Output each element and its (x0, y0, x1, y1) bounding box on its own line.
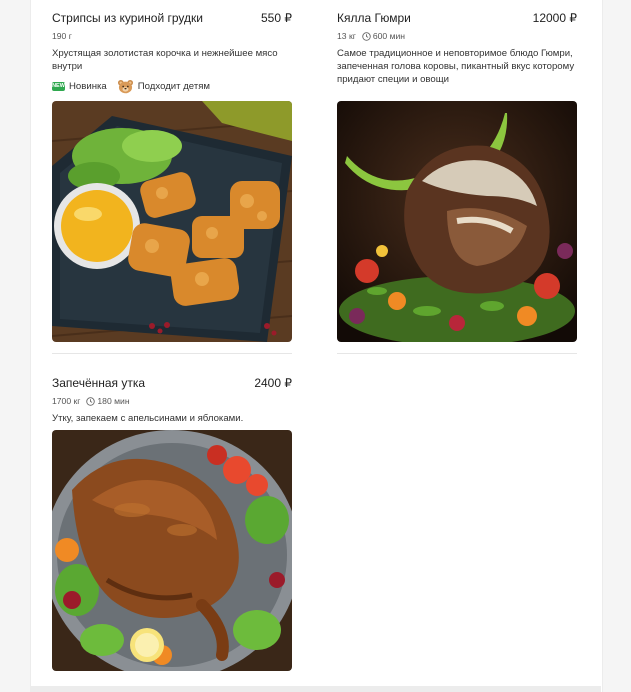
dish-price: 2400 ₽ (254, 376, 292, 390)
dish-description: Хрустящая золотистая корочка и нежнейшее… (52, 48, 278, 72)
dish-description: Утку, запекаем с апельсинами и яблоками. (52, 413, 244, 424)
dish-price: 550 ₽ (261, 11, 292, 25)
dish-title[interactable]: Запечённая утка (52, 376, 145, 390)
dish-photo-chicken-strips[interactable] (52, 101, 292, 342)
badge-kids: Подходит детям (117, 79, 210, 94)
dish-photo-kyalla-gyumri[interactable] (337, 101, 577, 342)
dish-title[interactable]: Стрипсы из куриной грудки (52, 11, 203, 25)
badge-new: NEW Новинка (52, 81, 107, 92)
dish-title[interactable]: Кялла Гюмри (337, 11, 411, 25)
new-icon: NEW (52, 81, 65, 91)
dish-photo-roasted-duck[interactable] (52, 430, 292, 671)
clock-icon (362, 31, 371, 41)
dish-meta: 190 г (52, 30, 292, 42)
panel-bottom-edge (30, 686, 601, 692)
dish-meta: 1700 кг 180 мин (52, 395, 292, 407)
menu-card-chicken-strips[interactable]: Стрипсы из куриной грудки 550 ₽ 190 г Хр… (52, 11, 292, 94)
dish-time: 180 мин (86, 396, 130, 406)
menu-card-roasted-duck[interactable]: Запечённая утка 2400 ₽ 1700 кг 180 мин У… (52, 376, 292, 425)
menu-card-kyalla-gyumri[interactable]: Кялла Гюмри 12000 ₽ 13 кг 600 мин Самое … (337, 11, 577, 86)
dish-weight: 190 г (52, 31, 72, 41)
card-divider (52, 353, 292, 354)
dish-description: Самое традиционное и неповторимое блюдо … (337, 48, 575, 85)
dish-weight: 1700 кг (52, 396, 81, 406)
bear-icon (117, 79, 133, 93)
dish-time: 600 мин (362, 31, 405, 41)
clock-icon (86, 396, 96, 406)
dish-price: 12000 ₽ (532, 11, 577, 25)
badge-label: Подходит детям (137, 80, 211, 92)
dish-time-value: 600 мин (372, 31, 406, 41)
dish-time-value: 180 мин (97, 396, 130, 406)
dish-meta: 13 кг 600 мин (337, 30, 577, 42)
badge-label: Новинка (69, 80, 107, 92)
dish-weight: 13 кг (337, 31, 356, 41)
card-divider (337, 353, 577, 354)
dish-badges: NEW Новинка Подходит детям (52, 78, 292, 94)
